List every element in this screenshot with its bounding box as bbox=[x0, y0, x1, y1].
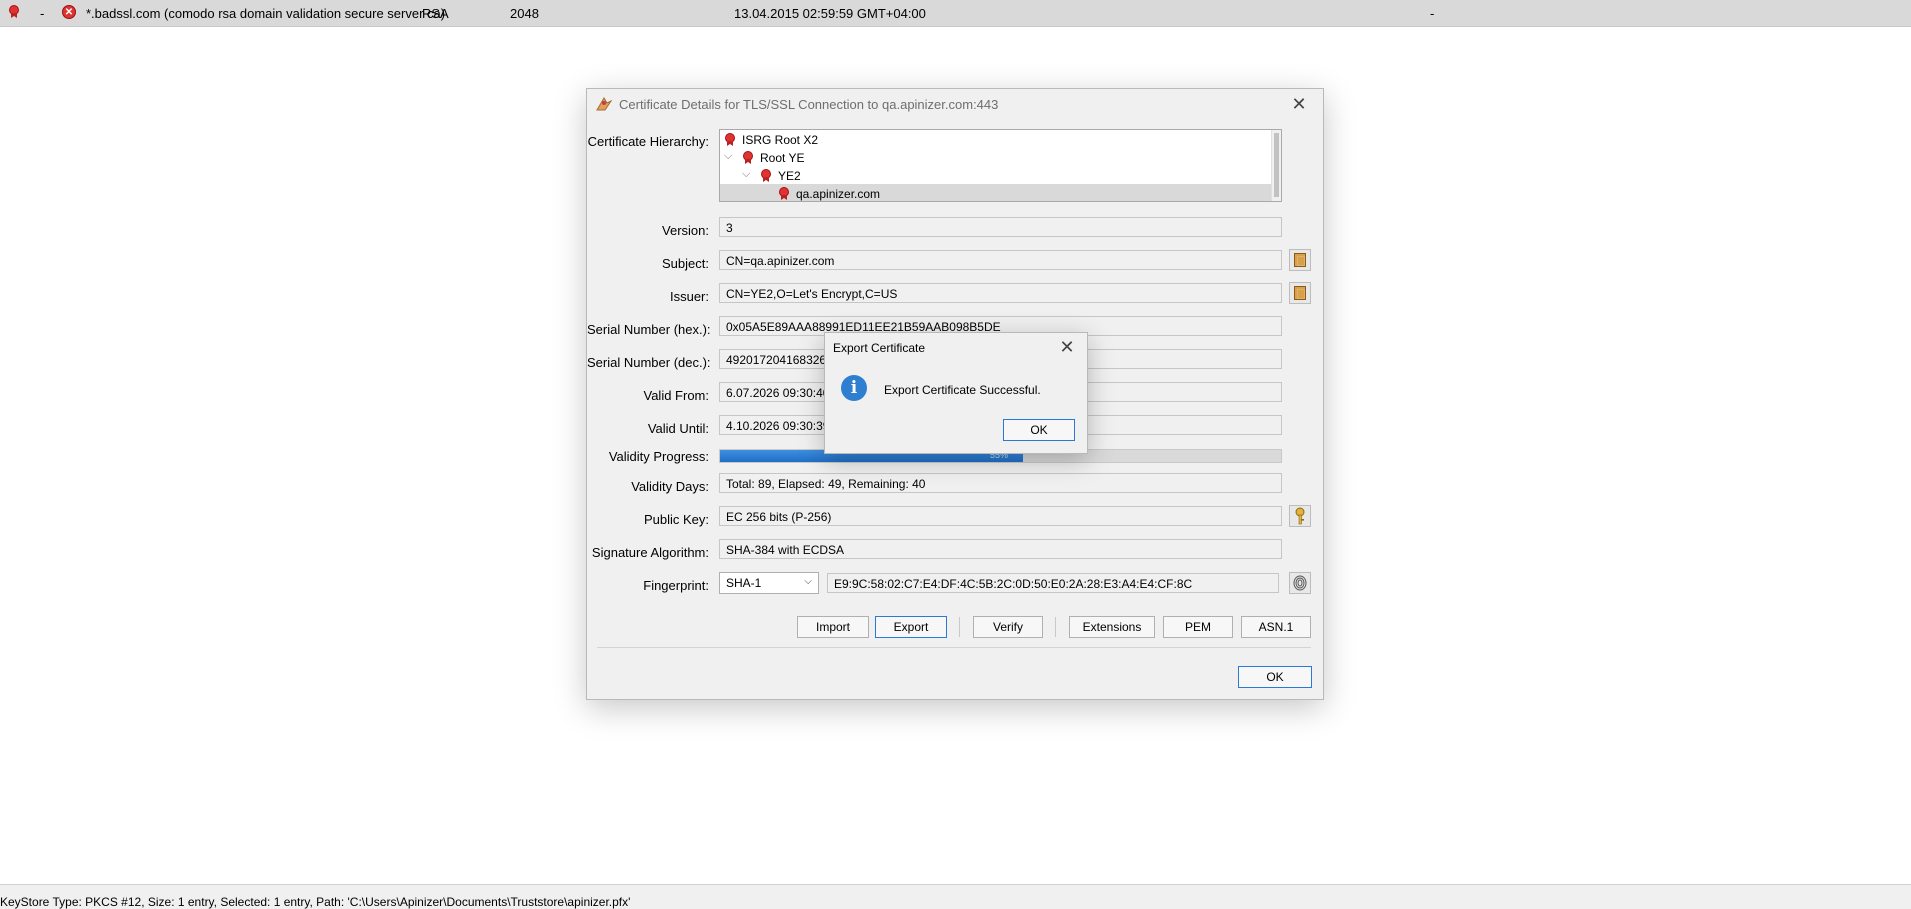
public-key-label: Public Key: bbox=[643, 512, 709, 527]
row-algorithm: RSA bbox=[422, 6, 449, 21]
validity-progress-label: Validity Progress: bbox=[608, 449, 709, 464]
fingerprint-algorithm-select[interactable]: SHA-1 ⌵ bbox=[719, 572, 819, 594]
row-expiry: 13.04.2015 02:59:59 GMT+04:00 bbox=[734, 6, 926, 21]
tree-item-label: YE2 bbox=[778, 169, 801, 183]
issuer-label: Issuer: bbox=[669, 289, 709, 304]
chevron-down-icon: ⌵ bbox=[804, 576, 812, 587]
separator bbox=[597, 647, 1311, 648]
extensions-button[interactable]: Extensions bbox=[1069, 616, 1155, 638]
row-alias: *.badssl.com (comodo rsa domain validati… bbox=[86, 6, 446, 21]
import-button[interactable]: Import bbox=[797, 616, 869, 638]
hierarchy-label: Certificate Hierarchy: bbox=[587, 134, 709, 149]
export-ok-button[interactable]: OK bbox=[1003, 419, 1075, 441]
export-certificate-dialog: Export Certificate ✕ i Export Certificat… bbox=[824, 332, 1088, 454]
address-book-icon bbox=[1294, 253, 1306, 267]
export-message: Export Certificate Successful. bbox=[884, 383, 1041, 397]
row-dash: - bbox=[40, 6, 45, 21]
tree-item-label: qa.apinizer.com bbox=[796, 187, 881, 201]
signature-algorithm-field[interactable]: SHA-384 with ECDSA bbox=[719, 539, 1282, 559]
issuer-details-button[interactable] bbox=[1289, 282, 1311, 304]
valid-from-label: Valid From: bbox=[643, 388, 710, 403]
validity-days-field[interactable]: Total: 89, Elapsed: 49, Remaining: 40 bbox=[719, 473, 1282, 493]
certificate-ribbon-icon bbox=[778, 187, 790, 200]
certificate-ribbon-icon bbox=[8, 5, 20, 21]
public-key-details-button[interactable] bbox=[1289, 505, 1311, 527]
subject-details-button[interactable] bbox=[1289, 249, 1311, 271]
fingerprint-icon bbox=[1293, 575, 1307, 591]
verify-button[interactable]: Verify bbox=[973, 616, 1043, 638]
validity-days-label: Validity Days: bbox=[631, 479, 709, 494]
tree-item-label: ISRG Root X2 bbox=[742, 133, 819, 147]
version-field[interactable]: 3 bbox=[719, 217, 1282, 237]
serial-hex-label: Serial Number (hex.): bbox=[587, 322, 711, 337]
certificate-ribbon-icon bbox=[760, 169, 772, 182]
certificate-hierarchy-tree[interactable]: ISRG Root X2 ⌵ Root YE ⌵ YE2 qa.apinizer… bbox=[719, 129, 1282, 202]
pem-button[interactable]: PEM bbox=[1163, 616, 1233, 638]
close-icon[interactable]: ✕ bbox=[1289, 94, 1309, 114]
row-key-size: 2048 bbox=[510, 6, 539, 21]
separator bbox=[1055, 617, 1056, 637]
fingerprint-label: Fingerprint: bbox=[643, 578, 709, 593]
certificate-app-icon bbox=[596, 97, 613, 111]
row-trailing: - bbox=[1430, 6, 1435, 21]
serial-dec-label: Serial Number (dec.): bbox=[587, 355, 711, 370]
keystore-table-row[interactable]: - ✕ *.badssl.com (comodo rsa domain vali… bbox=[0, 0, 1911, 27]
public-key-field[interactable]: EC 256 bits (P-256) bbox=[719, 506, 1282, 526]
expired-icon: ✕ bbox=[62, 5, 76, 19]
chevron-down-icon[interactable]: ⌵ bbox=[724, 150, 732, 163]
version-label: Version: bbox=[662, 223, 709, 238]
ok-button[interactable]: OK bbox=[1238, 666, 1312, 688]
asn1-button[interactable]: ASN.1 bbox=[1241, 616, 1311, 638]
status-bar: KeyStore Type: PKCS #12, Size: 1 entry, … bbox=[0, 884, 1911, 909]
address-book-icon bbox=[1294, 286, 1306, 300]
signature-algorithm-label: Signature Algorithm: bbox=[591, 545, 709, 560]
valid-until-label: Valid Until: bbox=[647, 421, 709, 436]
close-icon[interactable]: ✕ bbox=[1057, 337, 1077, 357]
subject-field[interactable]: CN=qa.apinizer.com bbox=[719, 250, 1282, 270]
fingerprint-field[interactable]: E9:9C:58:02:C7:E4:DF:4C:5B:2C:0D:50:E0:2… bbox=[827, 573, 1279, 593]
key-icon bbox=[1295, 507, 1305, 525]
subject-label: Subject: bbox=[662, 256, 709, 271]
issuer-field[interactable]: CN=YE2,O=Let's Encrypt,C=US bbox=[719, 283, 1282, 303]
certificate-ribbon-icon bbox=[742, 151, 754, 164]
tree-item-label: Root YE bbox=[760, 151, 805, 165]
fingerprint-algorithm-value: SHA-1 bbox=[726, 576, 762, 590]
scrollbar-thumb[interactable] bbox=[1274, 133, 1279, 197]
export-button[interactable]: Export bbox=[875, 616, 947, 638]
certificate-ribbon-icon bbox=[724, 133, 736, 146]
info-icon: i bbox=[841, 375, 867, 401]
status-text: KeyStore Type: PKCS #12, Size: 1 entry, … bbox=[0, 895, 631, 909]
separator bbox=[959, 617, 960, 637]
dialog-title: Certificate Details for TLS/SSL Connecti… bbox=[619, 97, 999, 112]
chevron-down-icon[interactable]: ⌵ bbox=[742, 168, 750, 181]
tree-scrollbar[interactable] bbox=[1271, 130, 1281, 201]
export-dialog-title: Export Certificate bbox=[833, 341, 926, 355]
fingerprint-copy-button[interactable] bbox=[1289, 572, 1311, 594]
